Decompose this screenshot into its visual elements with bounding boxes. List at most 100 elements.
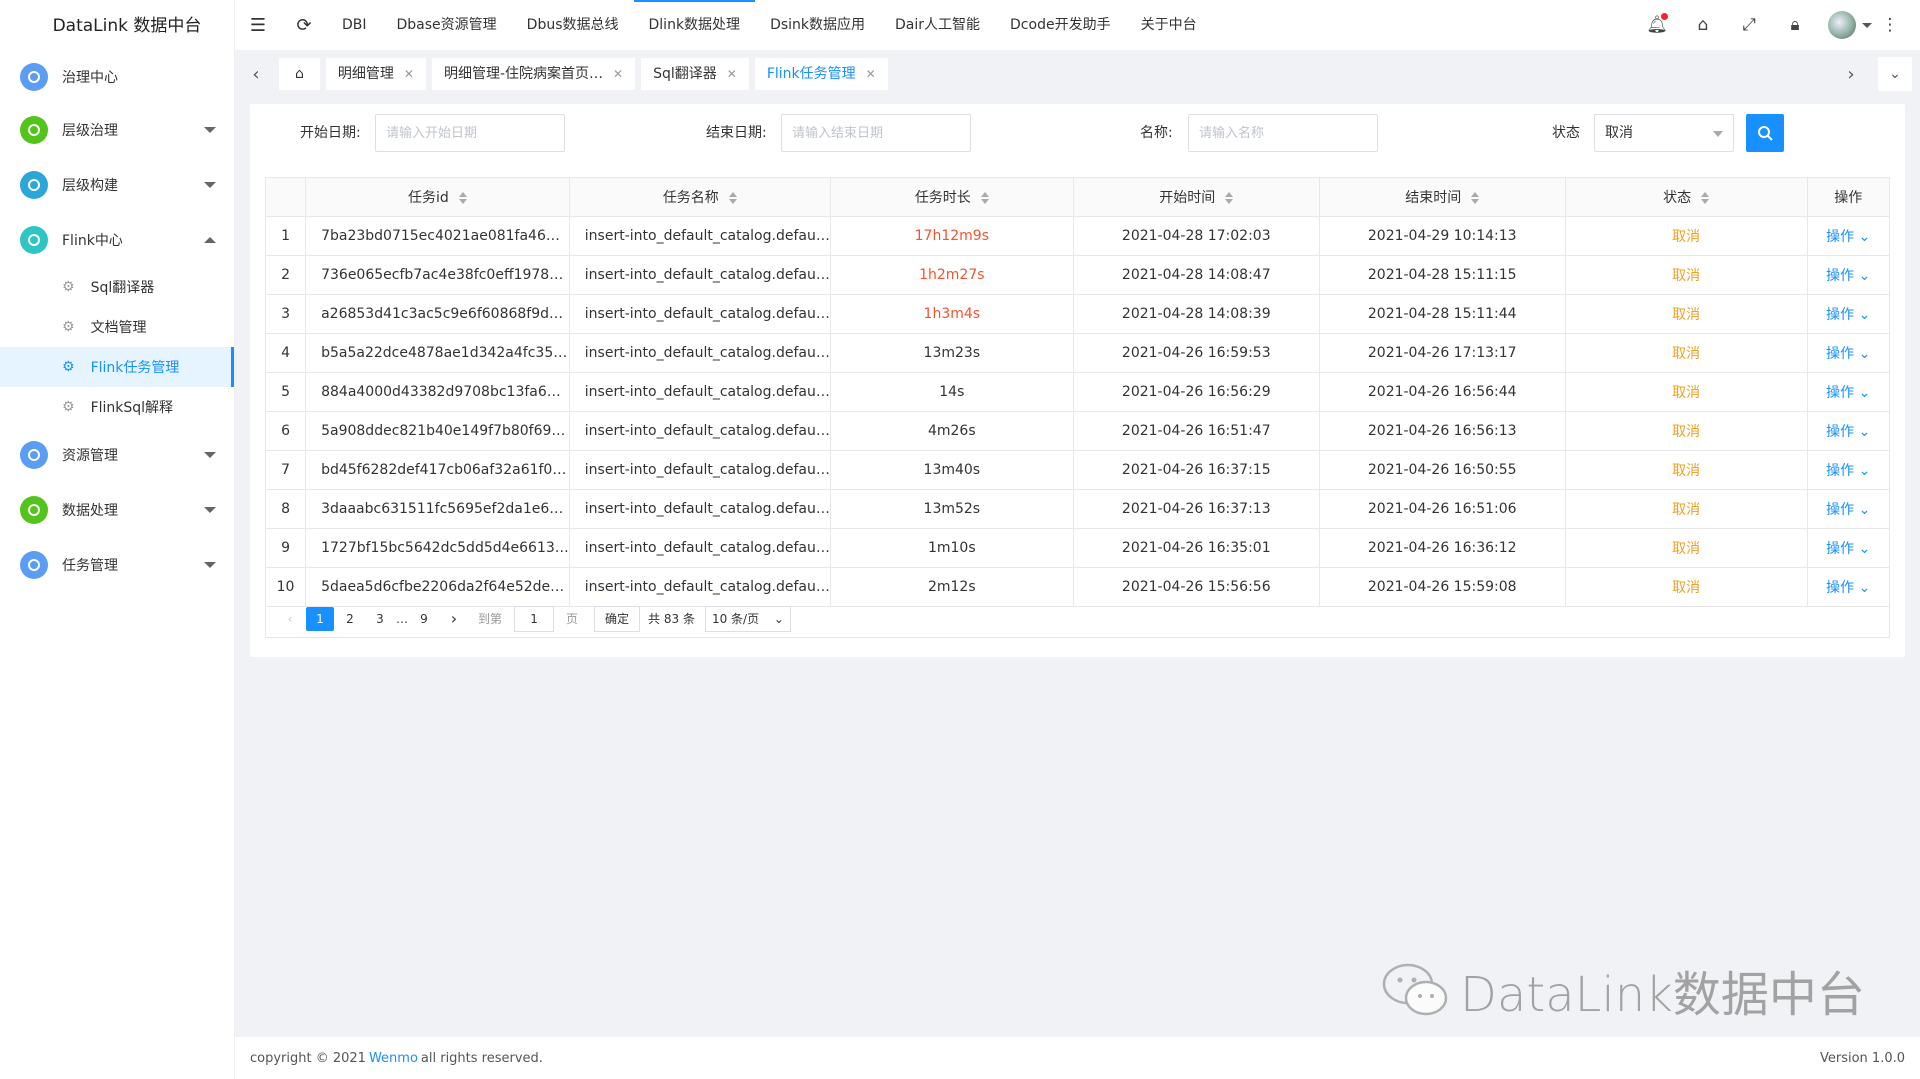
sort-icon[interactable] — [1471, 192, 1480, 204]
page-size-select[interactable]: 10 条/页 ⌄ — [704, 605, 791, 632]
caret-down-icon — [1862, 22, 1872, 28]
sort-icon[interactable] — [728, 192, 737, 204]
lock-icon[interactable]: 🔒︎ — [1772, 15, 1818, 35]
table-row[interactable]: 3 a26853d41c3ac5c9e6f60868f9d… insert-into… — [264, 294, 1891, 334]
page-9[interactable]: 9 — [410, 607, 438, 631]
next-page-icon[interactable]: › — [440, 607, 468, 631]
sort-icon[interactable] — [980, 192, 989, 204]
sidebar-item-flink-center[interactable]: Flink中心 — [0, 212, 234, 267]
tab-detail-inpatient[interactable]: 明细管理-住院病案首页… ✕ — [431, 58, 636, 90]
sort-icon[interactable] — [458, 192, 467, 204]
table-row[interactable]: 5 884a4000d43382d9708bc13fa6… insert-into_… — [264, 372, 1891, 412]
col-start-time[interactable]: 开始时间 — [1072, 177, 1320, 217]
goto-confirm-button[interactable]: 确定 — [594, 605, 641, 632]
page-3[interactable]: 3 — [366, 607, 394, 631]
tab-detail-management[interactable]: 明细管理 ✕ — [325, 58, 426, 90]
close-icon[interactable]: ✕ — [727, 58, 737, 90]
sidebar-item-governance-center[interactable]: 治理中心 — [0, 52, 234, 102]
sidebar-subitem-doc-management[interactable]: ⚙ 文档管理 — [0, 307, 234, 347]
nav-about[interactable]: 关于中台 — [1126, 0, 1212, 50]
actions-cell[interactable]: 操作 ⌄ — [1806, 294, 1891, 334]
nav-dbus[interactable]: Dbus数据总线 — [512, 0, 634, 50]
close-icon[interactable]: ✕ — [866, 58, 876, 90]
nav-dair[interactable]: Dair人工智能 — [880, 0, 995, 50]
nav-dcode[interactable]: Dcode开发助手 — [995, 0, 1126, 50]
table-row[interactable]: 7 bd45f6282def417cb06af32a61f0… insert-int… — [264, 450, 1891, 490]
start-time-cell: 2021-04-26 16:51:47 — [1072, 411, 1320, 451]
table-row[interactable]: 6 5a908ddec821b40e149f7b80f69… insert-into… — [264, 411, 1891, 451]
nav-dsink[interactable]: Dsink数据应用 — [755, 0, 880, 50]
chevron-right-icon[interactable]: › — [1838, 64, 1864, 85]
close-icon[interactable]: ✕ — [613, 58, 623, 90]
table-row[interactable]: 1 7ba23bd0715ec4021ae081fa46… insert-into_… — [264, 216, 1891, 256]
goto-page-input[interactable]: 1 — [514, 605, 555, 632]
status-cell: 取消 — [1564, 216, 1808, 256]
table-row[interactable]: 9 1727bf15bc5642dc5dd5d4e6613… insert-into… — [264, 528, 1891, 568]
sort-icon[interactable] — [1225, 192, 1234, 204]
col-duration[interactable]: 任务时长 — [829, 177, 1074, 217]
actions-cell[interactable]: 操作 ⌄ — [1806, 216, 1891, 256]
actions-cell[interactable]: 操作 ⌄ — [1806, 372, 1891, 412]
copyright-prefix: copyright © 2021 — [250, 1050, 366, 1066]
end-date-input[interactable] — [781, 114, 971, 152]
actions-cell[interactable]: 操作 ⌄ — [1806, 255, 1891, 295]
nav-dbase[interactable]: Dbase资源管理 — [382, 0, 512, 50]
sidebar-subitem-flinksql-explain[interactable]: ⚙ FlinkSql解释 — [0, 387, 234, 427]
tab-sql-translator[interactable]: Sql翻译器 ✕ — [641, 58, 749, 90]
task-id-cell: 736e065ecfb7ac4e38fc0eff1978… — [305, 255, 570, 295]
actions-cell[interactable]: 操作 ⌄ — [1806, 450, 1891, 490]
bell-icon[interactable]: 🔔︎ — [1634, 13, 1680, 35]
sidebar-item-label: Flink中心 — [62, 232, 123, 249]
sidebar-item-data-processing[interactable]: 数据处理 — [0, 482, 234, 537]
start-time-cell: 2021-04-28 17:02:03 — [1072, 216, 1320, 256]
actions-cell[interactable]: 操作 ⌄ — [1806, 333, 1891, 373]
search-button[interactable] — [1746, 114, 1784, 152]
sidebar-item-resource-management[interactable]: 资源管理 — [0, 427, 234, 482]
actions-cell[interactable]: 操作 ⌄ — [1806, 528, 1891, 568]
actions-cell[interactable]: 操作 ⌄ — [1806, 489, 1891, 529]
chevron-down-icon: ⌄ — [1889, 66, 1901, 82]
table-row[interactable]: 4 b5a5a22dce4878ae1d342a4fc35… insert-into… — [264, 333, 1891, 373]
tab-flink-task-management[interactable]: Flink任务管理 ✕ — [754, 58, 888, 90]
prev-page-icon[interactable]: ‹ — [276, 607, 304, 631]
page-1[interactable]: 1 — [306, 606, 334, 631]
task-id-cell: 884a4000d43382d9708bc13fa6… — [305, 372, 570, 412]
nav-dbi[interactable]: DBI — [327, 0, 382, 50]
tabs-dropdown-button[interactable]: ⌄ — [1878, 57, 1912, 91]
fullscreen-icon[interactable]: ⤢ — [1726, 15, 1772, 35]
status-select[interactable]: 取消 — [1594, 114, 1734, 152]
page-ellipsis[interactable]: … — [396, 607, 408, 631]
close-icon[interactable]: ✕ — [404, 58, 414, 90]
chevron-left-icon[interactable]: ‹ — [243, 64, 269, 85]
table-row[interactable]: 8 3daaabc631511fc5695ef2da1e6… insert-into… — [264, 489, 1891, 529]
refresh-icon[interactable]: ⟳ — [281, 15, 327, 36]
page-2[interactable]: 2 — [336, 607, 364, 631]
nav-dlink[interactable]: Dlink数据处理 — [633, 0, 756, 50]
footer-link[interactable]: Wenmo — [369, 1051, 418, 1066]
sidebar-subitem-flink-task-management[interactable]: ⚙ Flink任务管理 — [0, 347, 234, 387]
col-task-id[interactable]: 任务id — [305, 177, 570, 217]
col-task-name[interactable]: 任务名称 — [568, 177, 831, 217]
chevron-down-icon: ⌄ — [1854, 502, 1871, 518]
start-time-cell: 2021-04-28 14:08:39 — [1072, 294, 1320, 334]
name-input[interactable] — [1188, 114, 1378, 152]
sidebar-subitem-sql-translator[interactable]: ⚙ Sql翻译器 — [0, 267, 234, 307]
tag-icon[interactable]: ⌂ — [1680, 15, 1726, 35]
start-date-input[interactable] — [375, 114, 565, 152]
sidebar-item-level-governance[interactable]: 层级治理 — [0, 102, 234, 157]
status-cell: 取消 — [1564, 411, 1808, 451]
tab-home[interactable]: ⌂ — [279, 58, 320, 90]
col-end-time[interactable]: 结束时间 — [1318, 177, 1566, 217]
task-name-cell: insert-into_default_catalog.defau… — [568, 528, 831, 568]
sidebar-item-level-build[interactable]: 层级构建 — [0, 157, 234, 212]
task-name-cell: insert-into_default_catalog.defau… — [568, 372, 831, 412]
user-menu[interactable] — [1828, 11, 1872, 39]
actions-cell[interactable]: 操作 ⌄ — [1806, 411, 1891, 451]
sidebar-subitem-label: Sql翻译器 — [90, 280, 155, 296]
table-row[interactable]: 2 736e065ecfb7ac4e38fc0eff1978… insert-int… — [264, 255, 1891, 295]
menu-fold-icon[interactable]: ☰ — [235, 15, 281, 36]
sort-icon[interactable] — [1701, 192, 1710, 204]
col-status[interactable]: 状态 — [1564, 177, 1808, 217]
sidebar-item-task-management[interactable]: 任务管理 — [0, 537, 234, 592]
more-vertical-icon[interactable]: ⋮ — [1872, 15, 1908, 35]
